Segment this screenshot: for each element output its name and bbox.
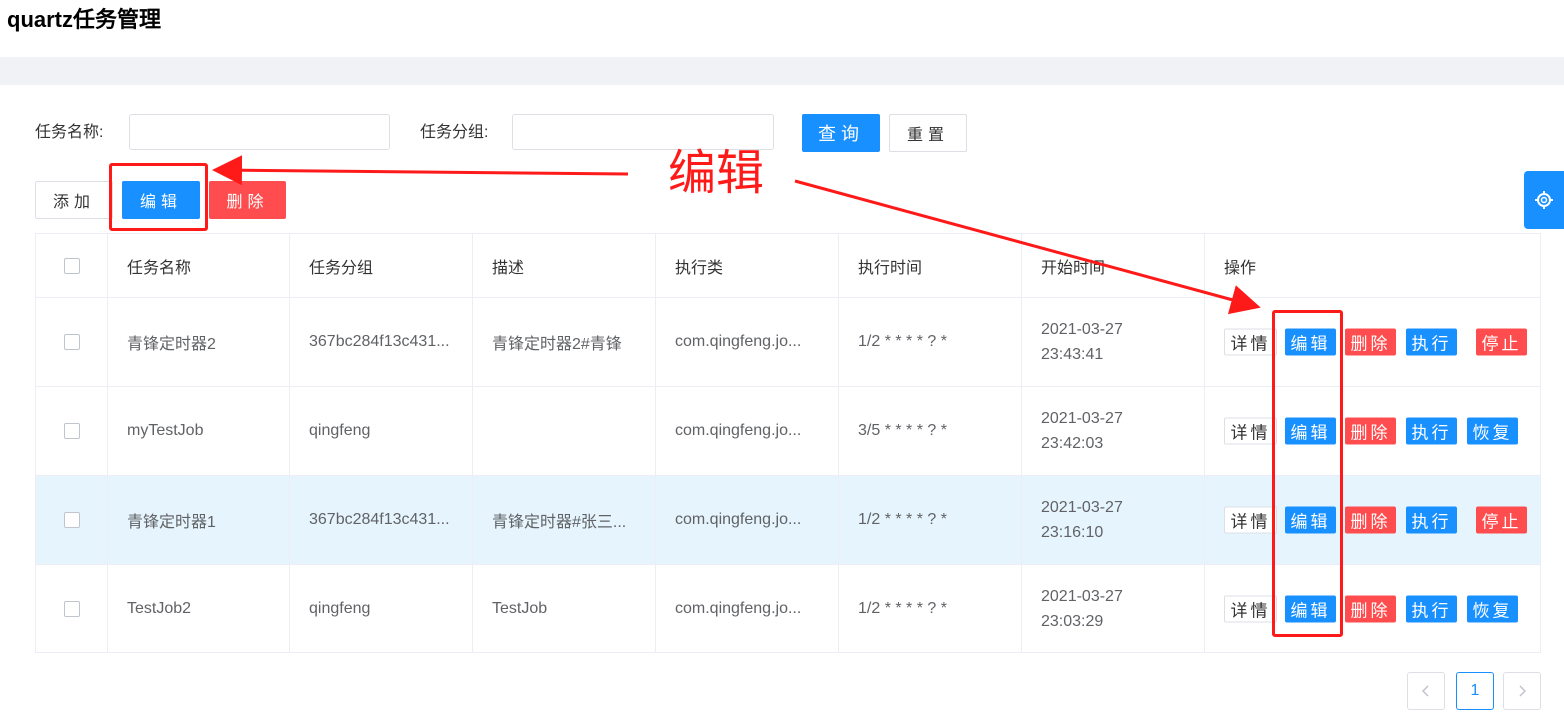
arrow-to-row-edit <box>794 179 1261 315</box>
annotation-arrows <box>212 155 1261 315</box>
arrow-to-toolbar-edit <box>212 155 629 186</box>
